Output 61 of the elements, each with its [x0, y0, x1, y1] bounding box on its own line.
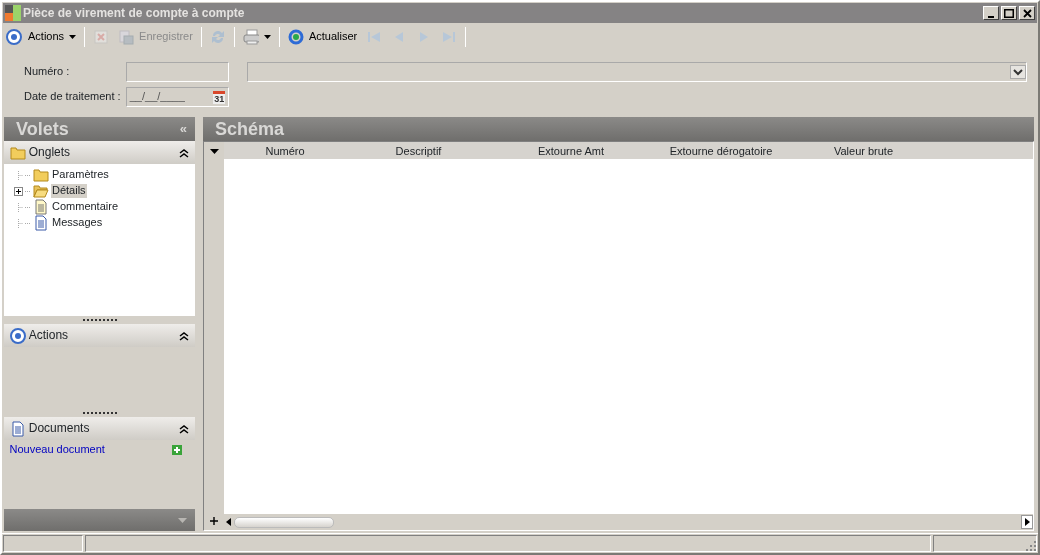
window-title: Pièce de virement de compte à compte: [23, 5, 246, 21]
section-title: Documents: [28, 421, 90, 436]
section-header[interactable]: Actions: [4, 324, 195, 347]
save-icon: [118, 29, 135, 45]
section-title: Onglets: [28, 145, 71, 160]
refresh-icon: [287, 29, 304, 45]
app-icon: [5, 5, 21, 21]
scroll-thumb[interactable]: [234, 516, 334, 528]
caret-icon[interactable]: [209, 148, 219, 154]
pane-title: Schéma: [215, 117, 285, 141]
tree-item[interactable]: Détails: [51, 184, 87, 198]
delete-icon: [93, 29, 110, 45]
add-icon[interactable]: [210, 517, 218, 526]
dropdown-field[interactable]: [247, 62, 1027, 82]
tree-item[interactable]: Paramètres: [51, 168, 110, 182]
collapse-icon[interactable]: [179, 330, 189, 341]
first-icon: [366, 29, 383, 45]
column-header[interactable]: Extourne dérogatoire: [651, 142, 791, 159]
close-button[interactable]: [1019, 6, 1035, 20]
scroll-right-icon[interactable]: [1021, 515, 1033, 529]
target-icon: [6, 29, 22, 45]
document-icon: [33, 215, 49, 231]
chevron-icon: [1010, 65, 1026, 79]
printer-icon: [242, 29, 259, 45]
document-icon: [10, 420, 26, 437]
folder-icon: [33, 167, 49, 183]
collapse-icon[interactable]: [179, 423, 189, 434]
minimize-icon: [988, 15, 994, 18]
tree-item[interactable]: Messages: [51, 216, 104, 230]
section-title: Actions: [28, 328, 69, 343]
close-icon: [1022, 8, 1032, 18]
column-header[interactable]: Valeur brute: [791, 142, 936, 159]
input-field[interactable]: [126, 62, 229, 82]
field-label: Numéro :: [24, 65, 71, 79]
button[interactable]: Actualiser: [284, 27, 361, 47]
folder-icon: [10, 144, 26, 161]
section-header[interactable]: Documents: [4, 417, 195, 440]
minimize-button[interactable]: [983, 6, 999, 20]
expand-icon[interactable]: [14, 186, 23, 196]
caret-icon: [263, 35, 271, 39]
column-header[interactable]: Numéro: [224, 142, 346, 159]
date-field[interactable]: __/__/____ 31: [126, 87, 229, 107]
menu-button[interactable]: Actions: [25, 28, 80, 46]
section-header[interactable]: Onglets: [4, 141, 195, 164]
document-icon: [33, 199, 49, 215]
link[interactable]: Nouveau document: [9, 442, 105, 457]
tree-item[interactable]: Commentaire: [51, 200, 120, 214]
field-label: Date de traitement :: [24, 90, 122, 104]
last-icon: [441, 29, 458, 45]
target-icon: [10, 327, 26, 344]
collapse-icon[interactable]: [179, 147, 189, 158]
sync-icon: [209, 29, 226, 45]
maximize-button[interactable]: [1001, 6, 1017, 20]
folder-icon: [33, 183, 49, 199]
pane-title: Volets: [16, 117, 69, 141]
calendar-button[interactable]: 31: [213, 90, 226, 104]
column-header[interactable]: Descriptif: [346, 142, 491, 159]
column-header[interactable]: Extourne Amt: [491, 142, 651, 159]
scrollbar[interactable]: [224, 514, 1033, 530]
caret-icon: [69, 35, 77, 39]
maximize-icon: [1004, 8, 1014, 18]
